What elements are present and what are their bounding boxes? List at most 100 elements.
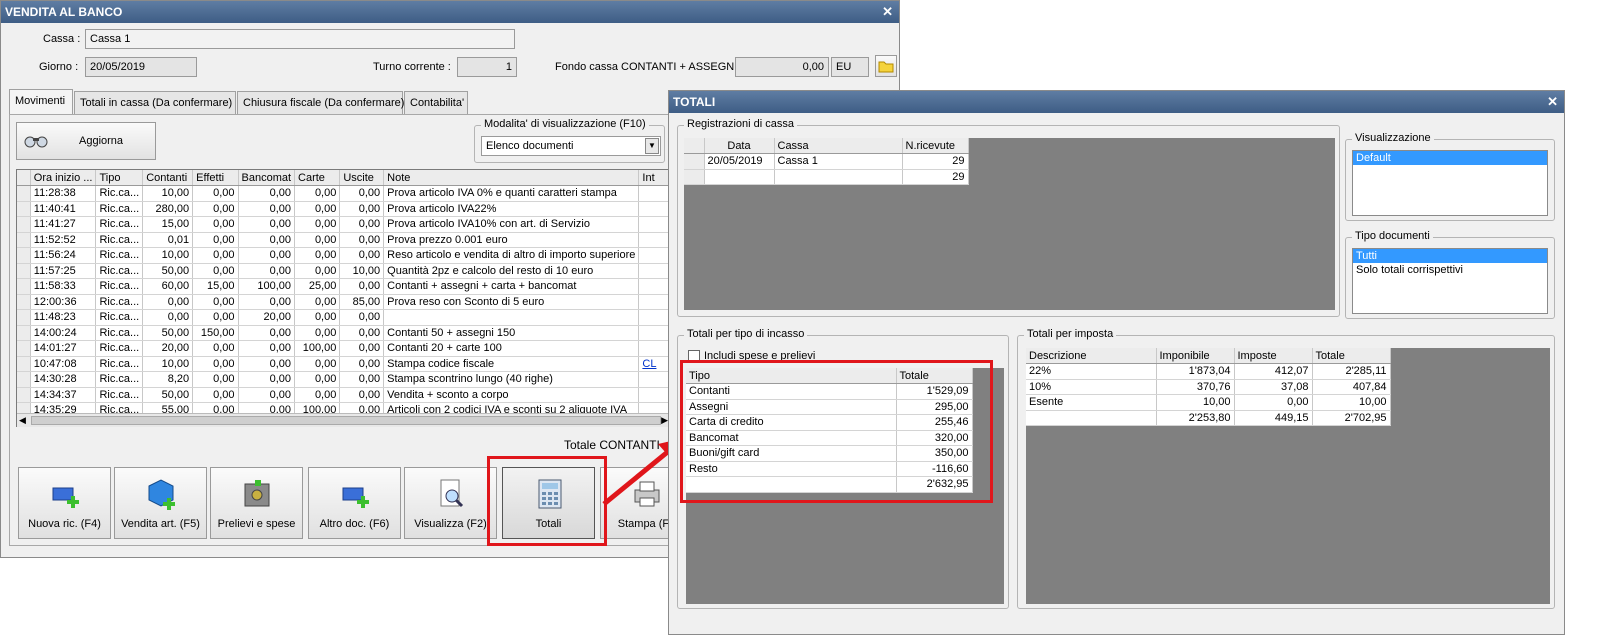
tipo-documenti-list[interactable]: Tutti Solo totali corrispettivi: [1352, 248, 1548, 314]
combo-arrow-icon[interactable]: ▼: [645, 138, 659, 154]
col-imposte[interactable]: Imposte: [1234, 348, 1313, 364]
col-bancomat[interactable]: Bancomat: [238, 170, 296, 186]
contanti-cell: 10,00: [142, 247, 194, 264]
bancomat-cell: 0,00: [238, 263, 296, 279]
row-indicator[interactable]: [17, 294, 31, 310]
registrazione-row[interactable]: 29: [684, 169, 969, 185]
table-row[interactable]: 14:00:24 Ric.ca... 50,00 150,00 0,00 0,00 0,00…: [17, 325, 670, 341]
table-row[interactable]: 10:47:08 Ric.ca... 10,00 0,00 0,00 0,00 0,00 St…: [17, 356, 670, 372]
col-data[interactable]: Data: [704, 138, 775, 154]
table-row[interactable]: 11:48:23 Ric.ca... 0,00 0,00 20,00 0,00 0,00: [17, 309, 670, 326]
giorno-field[interactable]: 20/05/2019: [85, 57, 197, 77]
ora-cell: 11:28:38: [30, 185, 97, 202]
table-row[interactable]: 11:58:33 Ric.ca... 60,00 15,00 100,00 25,00 0,…: [17, 278, 670, 295]
row-indicator[interactable]: [684, 169, 705, 185]
fondo-field[interactable]: 0,00: [735, 57, 829, 77]
row-indicator[interactable]: [17, 371, 31, 388]
note-cell: Quantità 2pz e calcolo del resto di 10 e…: [383, 263, 640, 279]
fondo-label: Fondo cassa CONTANTI + ASSEGNI :: [555, 61, 744, 73]
row-indicator[interactable]: [17, 263, 31, 279]
row-indicator[interactable]: [17, 278, 31, 295]
visualizza-button[interactable]: Visualizza (F2): [404, 467, 497, 539]
table-row[interactable]: 11:41:27 Ric.ca... 15,00 0,00 0,00 0,00 0,00 Pr…: [17, 216, 670, 233]
folder-button[interactable]: [875, 55, 897, 77]
totale-imposta-cell: 407,84: [1312, 379, 1391, 395]
col-note[interactable]: Note: [383, 170, 640, 186]
col-tipo[interactable]: Tipo: [95, 170, 144, 186]
row-indicator[interactable]: [17, 340, 31, 357]
row-indicator[interactable]: [17, 387, 31, 403]
registrazioni-grid[interactable]: Data Cassa N.ricevute 20/05/2019 Cassa 12…: [684, 138, 1335, 310]
table-row[interactable]: 11:28:38 Ric.ca... 10,00 0,00 0,00 0,00 0,00 Pr…: [17, 185, 670, 202]
table-row[interactable]: 11:52:52 Ric.ca... 0,01 0,00 0,00 0,00 0,00 Pro…: [17, 232, 670, 248]
col-n-ricevute[interactable]: N.ricevute: [902, 138, 969, 154]
table-row[interactable]: 14:34:37 Ric.ca... 50,00 0,00 0,00 0,00 0,00 Ve…: [17, 387, 670, 403]
table-row[interactable]: 11:56:24 Ric.ca... 10,00 0,00 0,00 0,00 0,00 Re…: [17, 247, 670, 264]
col-imponibile[interactable]: Imponibile: [1156, 348, 1235, 364]
movimenti-grid[interactable]: Ora inizio ... Tipo Contanti Effetti Ban…: [16, 169, 671, 427]
contanti-cell: 0,00: [142, 309, 194, 326]
uscite-cell: 0,00: [339, 340, 385, 357]
totali-titlebar: TOTALI ✕: [669, 91, 1564, 113]
close-icon[interactable]: ✕: [882, 1, 893, 23]
col-uscite[interactable]: Uscite: [339, 170, 385, 186]
row-indicator[interactable]: [17, 247, 31, 264]
prelievi-spese-button[interactable]: Prelievi e spese: [210, 467, 303, 539]
scroll-left-icon[interactable]: ◀: [19, 415, 26, 426]
row-indicator[interactable]: [17, 356, 31, 372]
registrazione-row[interactable]: 20/05/2019 Cassa 1 29: [684, 153, 969, 170]
col-effetti[interactable]: Effetti: [192, 170, 239, 186]
tab-chiusura-fiscale[interactable]: Chiusura fiscale (Da confermare): [237, 91, 404, 115]
reg-header-row: Data Cassa N.ricevute: [684, 138, 969, 154]
table-row[interactable]: 11:40:41 Ric.ca... 280,00 0,00 0,00 0,00 0,00 P…: [17, 201, 670, 217]
col-descrizione[interactable]: Descrizione: [1026, 348, 1157, 364]
tipo-documenti-item-tutti[interactable]: Tutti: [1353, 249, 1547, 263]
table-row[interactable]: 12:00:36 Ric.ca... 0,00 0,00 0,00 0,00 85,00 Pr…: [17, 294, 670, 310]
currency-field[interactable]: EU: [831, 57, 869, 77]
vendita-art-button[interactable]: Vendita art. (F5): [114, 467, 207, 539]
modalita-select[interactable]: Elenco documenti ▼: [481, 136, 661, 156]
table-row[interactable]: 11:57:25 Ric.ca... 50,00 0,00 0,00 0,00 10,00 Q…: [17, 263, 670, 279]
col-cassa[interactable]: Cassa: [774, 138, 903, 154]
close-icon[interactable]: ✕: [1547, 91, 1558, 113]
table-row[interactable]: 14:30:28 Ric.ca... 8,20 0,00 0,00 0,00 0,00 Sta…: [17, 371, 670, 388]
row-indicator[interactable]: [17, 325, 31, 341]
col-totale-imposta[interactable]: Totale: [1312, 348, 1391, 364]
visualizzazione-list[interactable]: Default: [1352, 150, 1548, 216]
imposta-row[interactable]: 22% 1'873,04 412,07 2'285,11: [1026, 363, 1391, 380]
row-indicator[interactable]: [17, 216, 31, 233]
col-contanti[interactable]: Contanti: [142, 170, 194, 186]
tipo-cell: Ric.ca...: [95, 278, 144, 295]
uscite-cell: 0,00: [339, 325, 385, 341]
col-int[interactable]: Int: [638, 170, 670, 186]
row-indicator[interactable]: [17, 185, 31, 202]
horizontal-scrollbar[interactable]: ◀ ▶: [17, 413, 670, 427]
nuova-ric-button[interactable]: Nuova ric. (F4): [18, 467, 111, 539]
note-cell: Stampa scontrino lungo (40 righe): [383, 371, 640, 388]
visualizzazione-item-default[interactable]: Default: [1353, 151, 1547, 165]
row-indicator[interactable]: [684, 153, 705, 170]
col-carte[interactable]: Carte: [294, 170, 341, 186]
scrollbar-thumb[interactable]: [31, 416, 661, 425]
imposta-row[interactable]: 10% 370,76 37,08 407,84: [1026, 379, 1391, 395]
note-cell: Contanti 20 + carte 100: [383, 340, 640, 357]
col-ora[interactable]: Ora inizio ...: [30, 170, 97, 186]
aggiorna-button[interactable]: Aggiorna: [16, 122, 156, 160]
turno-field[interactable]: 1: [457, 57, 517, 77]
tab-movimenti[interactable]: Movimenti: [9, 89, 73, 116]
row-indicator[interactable]: [17, 309, 31, 326]
imposte-cell: 0,00: [1234, 394, 1313, 411]
imposta-grid[interactable]: Descrizione Imponibile Imposte Totale 22…: [1026, 348, 1550, 604]
imposta-row[interactable]: Esente 10,00 0,00 10,00: [1026, 394, 1391, 411]
row-indicator[interactable]: [17, 232, 31, 248]
cassa-field[interactable]: Cassa 1: [85, 29, 515, 49]
tipo-documenti-item-solo-totali[interactable]: Solo totali corrispettivi: [1353, 263, 1547, 277]
table-row[interactable]: 14:01:27 Ric.ca... 20,00 0,00 0,00 100,00 0,00…: [17, 340, 670, 357]
imposta-row[interactable]: 2'253,80 449,15 2'702,95: [1026, 410, 1391, 426]
altro-doc-button[interactable]: Altro doc. (F6): [308, 467, 401, 539]
bancomat-cell: 0,00: [238, 325, 296, 341]
tab-totali-in-cassa[interactable]: Totali in cassa (Da confermare): [74, 91, 236, 115]
scroll-right-icon[interactable]: ▶: [661, 415, 668, 426]
tab-contabilita[interactable]: Contabilita': [404, 91, 468, 115]
row-indicator[interactable]: [17, 201, 31, 217]
